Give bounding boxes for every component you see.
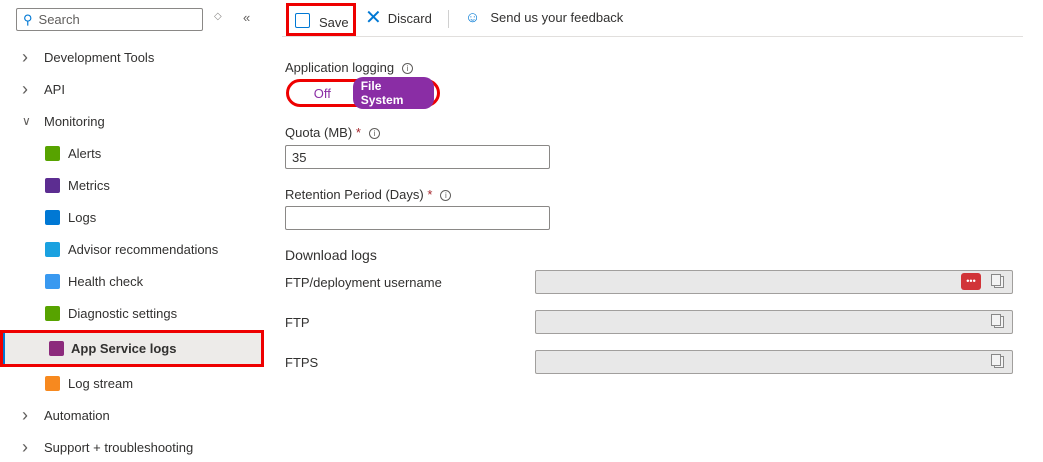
- quota-input[interactable]: 35: [285, 145, 550, 169]
- sidebar-item-diagnostic-settings[interactable]: Diagnostic settings: [0, 298, 264, 328]
- sidebar-item-label: API: [44, 81, 65, 97]
- sidebar-item-label: Logs: [68, 209, 97, 225]
- sidebar-item-api[interactable]: › API: [0, 74, 264, 104]
- sidebar-item-label: Diagnostic settings: [68, 305, 178, 321]
- copy-icon[interactable]: [991, 314, 1004, 328]
- ftp-label: FTP: [285, 315, 310, 330]
- info-icon[interactable]: i: [368, 128, 380, 139]
- sidebar-item-development-tools[interactable]: › Development Tools: [0, 42, 264, 72]
- sidebar-item-advisor-recommendations[interactable]: Advisor recommendations: [0, 234, 264, 264]
- search-icon: ⚲: [23, 11, 33, 27]
- feedback-button[interactable]: ☺ Send us your feedback: [465, 9, 623, 26]
- sidebar-item-label: Automation: [44, 407, 110, 423]
- sidebar-item-health-check[interactable]: Health check: [0, 266, 264, 296]
- info-icon[interactable]: i: [402, 63, 414, 74]
- download-logs-heading: Download logs: [285, 247, 377, 263]
- search-input[interactable]: ⚲ Search: [16, 8, 203, 31]
- sidebar-item-logs[interactable]: Logs: [0, 202, 264, 232]
- close-icon: ✕: [365, 7, 382, 29]
- feedback-icon: ☺: [465, 9, 481, 26]
- chevron-right-icon: ›: [22, 436, 28, 457]
- chevron-down-icon: ∨: [22, 114, 31, 128]
- sidebar-item-label: Log stream: [68, 375, 134, 391]
- sidebar-item-support-troubleshooting[interactable]: › Support + troubleshooting: [0, 432, 264, 462]
- ftps-label: FTPS: [285, 355, 319, 370]
- copy-icon[interactable]: [991, 354, 1004, 368]
- application-logging-toggle[interactable]: Off File System: [286, 77, 440, 109]
- save-button[interactable]: Save: [295, 11, 349, 30]
- ftps-field[interactable]: [535, 350, 1013, 374]
- retention-label: Retention Period (Days) * i: [285, 187, 452, 202]
- metrics-icon: [45, 177, 60, 193]
- log-stream-icon: [45, 375, 60, 391]
- app-service-logs-icon: [49, 341, 64, 356]
- copy-icon[interactable]: [991, 274, 1004, 288]
- logs-icon: [45, 209, 60, 225]
- chevron-right-icon: ›: [22, 404, 28, 425]
- chevron-right-icon: ›: [22, 46, 28, 67]
- retention-input[interactable]: [285, 206, 550, 230]
- discard-button[interactable]: ✕ Discard: [365, 7, 432, 29]
- sidebar-item-label: Alerts: [68, 145, 102, 161]
- sidebar-item-app-service-logs[interactable]: App Service logs: [0, 330, 264, 367]
- toggle-file-system[interactable]: File System: [352, 77, 434, 109]
- info-icon[interactable]: i: [440, 190, 452, 201]
- sidebar-item-automation[interactable]: › Automation: [0, 400, 264, 430]
- sort-icon[interactable]: ◇: [214, 11, 222, 22]
- sidebar-item-metrics[interactable]: Metrics: [0, 170, 264, 200]
- sidebar-item-label: Health check: [68, 273, 144, 289]
- ftp-username-field[interactable]: •••: [535, 270, 1013, 294]
- health-icon: [45, 273, 60, 289]
- ftp-field[interactable]: [535, 310, 1013, 334]
- sidebar-item-label: Advisor recommendations: [68, 241, 219, 257]
- ftp-username-label: FTP/deployment username: [285, 275, 442, 290]
- sidebar-item-label: App Service logs: [71, 341, 177, 356]
- toolbar-separator: [282, 36, 1023, 37]
- application-logging-label: Application logging i: [285, 60, 414, 75]
- sidebar-item-label: Metrics: [68, 177, 110, 193]
- sidebar-item-alerts[interactable]: Alerts: [0, 138, 264, 168]
- sidebar-item-label: Development Tools: [44, 49, 155, 65]
- sidebar-item-log-stream[interactable]: Log stream: [0, 368, 264, 398]
- quota-label: Quota (MB) * i: [285, 125, 380, 140]
- sidebar-item-monitoring[interactable]: ∨ Monitoring: [0, 106, 264, 136]
- sidebar-item-label: Support + troubleshooting: [44, 439, 194, 455]
- password-manager-icon[interactable]: •••: [961, 273, 981, 290]
- chevron-right-icon: ›: [22, 78, 28, 99]
- diagnostic-icon: [45, 305, 60, 321]
- toolbar-divider: [448, 10, 449, 28]
- advisor-icon: [45, 241, 60, 257]
- toggle-off[interactable]: Off: [292, 86, 353, 101]
- sidebar-item-label: Monitoring: [44, 113, 105, 129]
- save-icon: [295, 13, 310, 28]
- alert-icon: [45, 145, 60, 161]
- collapse-sidebar-icon[interactable]: «: [243, 10, 250, 25]
